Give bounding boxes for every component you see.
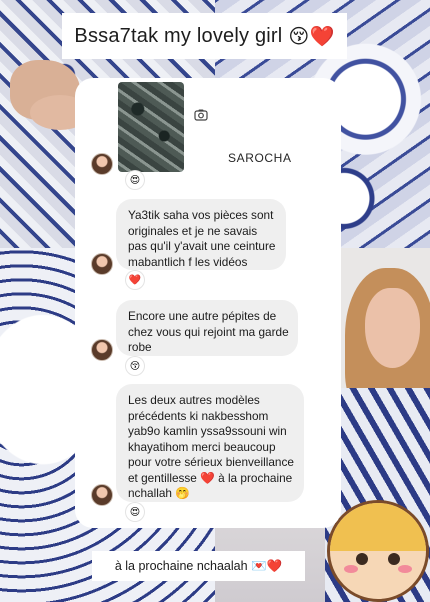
- message-line: robe: [128, 340, 152, 354]
- footer-banner: à la prochaine nchaalah 💌❤️: [92, 551, 305, 581]
- cartoon-eye-icon: [356, 553, 368, 565]
- cartoon-girl-sticker: [327, 500, 429, 602]
- message-line: Encore une autre pépites de: [128, 309, 277, 323]
- message-reaction-emoji[interactable]: 😍: [126, 503, 144, 521]
- post-reaction-emoji[interactable]: 😍: [126, 171, 144, 189]
- message-line: yab9o kamlin yssa9ssouni win: [128, 424, 287, 438]
- message-bubble[interactable]: Encore une autre pépites de chez vous qu…: [116, 300, 298, 356]
- message-bubble[interactable]: Ya3tik saha vos pièces sont originales e…: [116, 199, 286, 270]
- message-reaction-emoji[interactable]: ❤️: [126, 271, 144, 289]
- message-line: Ya3tik saha vos pièces sont: [128, 208, 274, 222]
- user-avatar[interactable]: [91, 253, 113, 275]
- message-line: Les deux autres modèles: [128, 393, 260, 407]
- message-line: mabantlich f les vidéos: [128, 254, 248, 269]
- message-line: pas qu'il y'avait une ceinture: [128, 239, 276, 253]
- user-avatar[interactable]: [91, 153, 113, 175]
- message-line: et gentillesse ❤️ à la prochaine: [128, 470, 293, 485]
- title-banner: Bssa7tak my lovely girl 😚❤️: [62, 13, 347, 59]
- message-line: nchallah 🤭: [128, 486, 190, 500]
- footer-text: à la prochaine nchaalah 💌❤️: [114, 558, 283, 573]
- message-line: khayatihom merci beaucoup: [128, 439, 276, 454]
- shared-post-thumbnail[interactable]: [118, 82, 184, 172]
- message-line: chez vous qui rejoint ma garde: [128, 324, 289, 339]
- cartoon-eye-icon: [388, 553, 400, 565]
- message-line: précédents ki nakbesshom: [128, 408, 269, 423]
- model-face: [365, 288, 420, 368]
- cartoon-blush: [344, 565, 358, 573]
- user-avatar[interactable]: [91, 339, 113, 361]
- message-bubble[interactable]: Les deux autres modèles précédents ki na…: [116, 384, 304, 502]
- cartoon-blush: [398, 565, 412, 573]
- title-text: Bssa7tak my lovely girl: [74, 24, 283, 47]
- camera-icon[interactable]: [193, 107, 209, 123]
- user-avatar[interactable]: [91, 484, 113, 506]
- username-label: SAROCHA: [228, 151, 292, 165]
- message-reaction-emoji[interactable]: 😚: [126, 357, 144, 375]
- message-line: pour votre sérieux bienveillance: [128, 455, 294, 469]
- title-emojis: 😚❤️: [288, 24, 335, 48]
- message-line: originales et je ne savais: [128, 223, 258, 238]
